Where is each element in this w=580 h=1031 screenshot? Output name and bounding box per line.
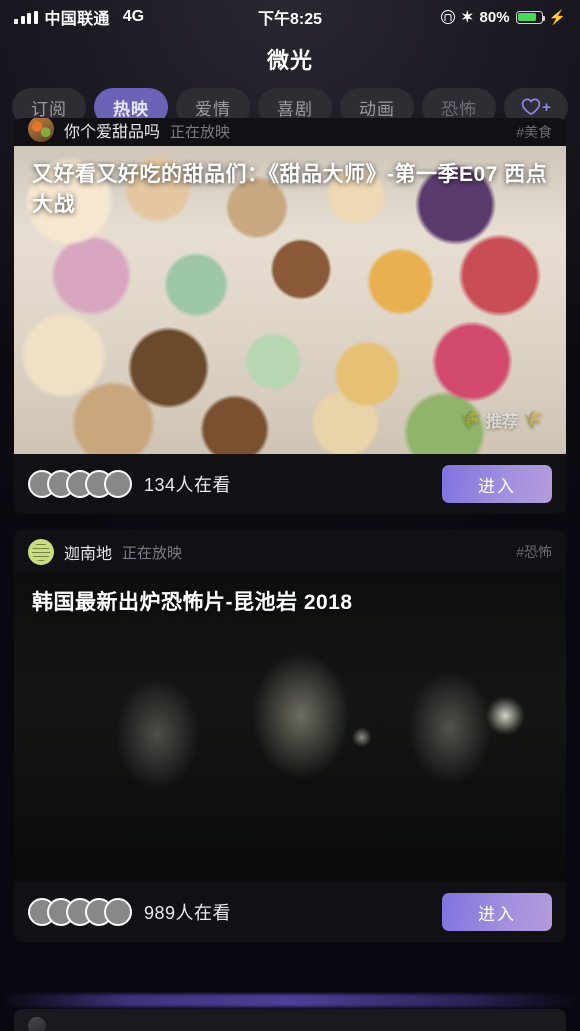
viewer-avatars xyxy=(28,470,132,498)
signal-bars-icon xyxy=(14,10,38,24)
username: 迦南地 xyxy=(64,546,113,563)
category-tag: #恐怖 xyxy=(516,544,552,560)
user-avatar[interactable] xyxy=(28,539,54,565)
viewer-count: 989人在看 xyxy=(144,903,232,923)
avatar xyxy=(104,470,132,498)
bluetooth-icon: ✶ xyxy=(460,8,474,26)
status-bar-left: 中国联通 4G xyxy=(14,5,144,29)
broadcast-status: 正在放映 xyxy=(170,124,231,141)
enter-room-button[interactable]: 进入 xyxy=(442,465,552,503)
card-footer: 989人在看 进入 xyxy=(14,882,566,942)
charging-bolt-icon: ⚡ xyxy=(548,8,566,25)
recommended-badge: 🌾 推荐 🌾 xyxy=(460,408,544,432)
avatar xyxy=(104,898,132,926)
recommended-label: 推荐 xyxy=(485,414,518,431)
card-header: 你个爱甜品吗 正在放映 #美食 xyxy=(14,118,566,146)
plus-sign: + xyxy=(542,98,551,116)
status-bar-right: ✶ 80% ⚡ xyxy=(440,8,566,26)
video-poster[interactable]: 又好看又好吃的甜品们：《甜品大师》-第一季E07 西点大战 🌾 推荐 🌾 xyxy=(14,146,566,454)
divider-glow xyxy=(0,994,580,1007)
video-title: 韩国最新出炉恐怖片-昆池岩 2018 xyxy=(32,591,353,614)
viewer-avatars xyxy=(28,898,132,926)
card-header: 迦南地 正在放映 #恐怖 xyxy=(14,530,566,574)
viewer-count: 134人在看 xyxy=(144,475,232,495)
video-feed-list: 你个爱甜品吗 正在放映 #美食 又好看又好吃的甜品们：《甜品大师》-第一季E07… xyxy=(0,118,580,942)
user-avatar[interactable] xyxy=(28,118,54,142)
enter-room-button[interactable]: 进入 xyxy=(442,893,552,931)
carrier-name: 中国联通 xyxy=(44,11,110,28)
feed-card-next-partial[interactable] xyxy=(14,1009,566,1031)
video-poster[interactable]: 韩国最新出炉恐怖片-昆池岩 2018 xyxy=(14,574,566,882)
broadcast-status: 正在放映 xyxy=(122,544,183,562)
card-footer: 134人在看 进入 xyxy=(14,454,566,514)
page-title: 微光 xyxy=(266,48,313,73)
battery-icon xyxy=(515,10,546,24)
network-type: 4G xyxy=(122,8,145,25)
status-bar: 中国联通 4G 下午8:25 ✶ 80% ⚡ xyxy=(0,0,580,34)
battery-percent: 80% xyxy=(479,8,510,26)
username: 你个爱甜品吗 xyxy=(64,124,161,141)
feed-card-clipped[interactable]: 你个爱甜品吗 正在放映 #美食 又好看又好吃的甜品们：《甜品大师》-第一季E07… xyxy=(14,118,566,514)
video-title: 又好看又好吃的甜品们：《甜品大师》-第一季E07 西点大战 xyxy=(32,163,548,216)
lock-rotation-icon xyxy=(440,10,455,24)
heart-plus-icon: + xyxy=(521,98,551,116)
wheat-icon: 🌾 xyxy=(522,410,544,429)
feed-card-horror[interactable]: 迦南地 正在放映 #恐怖 韩国最新出炉恐怖片-昆池岩 2018 989人在看 进… xyxy=(14,530,566,942)
wheat-icon: 🌾 xyxy=(459,410,481,429)
app-screen: 中国联通 4G 下午8:25 ✶ 80% ⚡ 微光 订阅 热映 爱情 喜剧 动画… xyxy=(0,0,580,1031)
category-tag: #美食 xyxy=(516,124,552,140)
user-avatar xyxy=(28,1017,46,1031)
